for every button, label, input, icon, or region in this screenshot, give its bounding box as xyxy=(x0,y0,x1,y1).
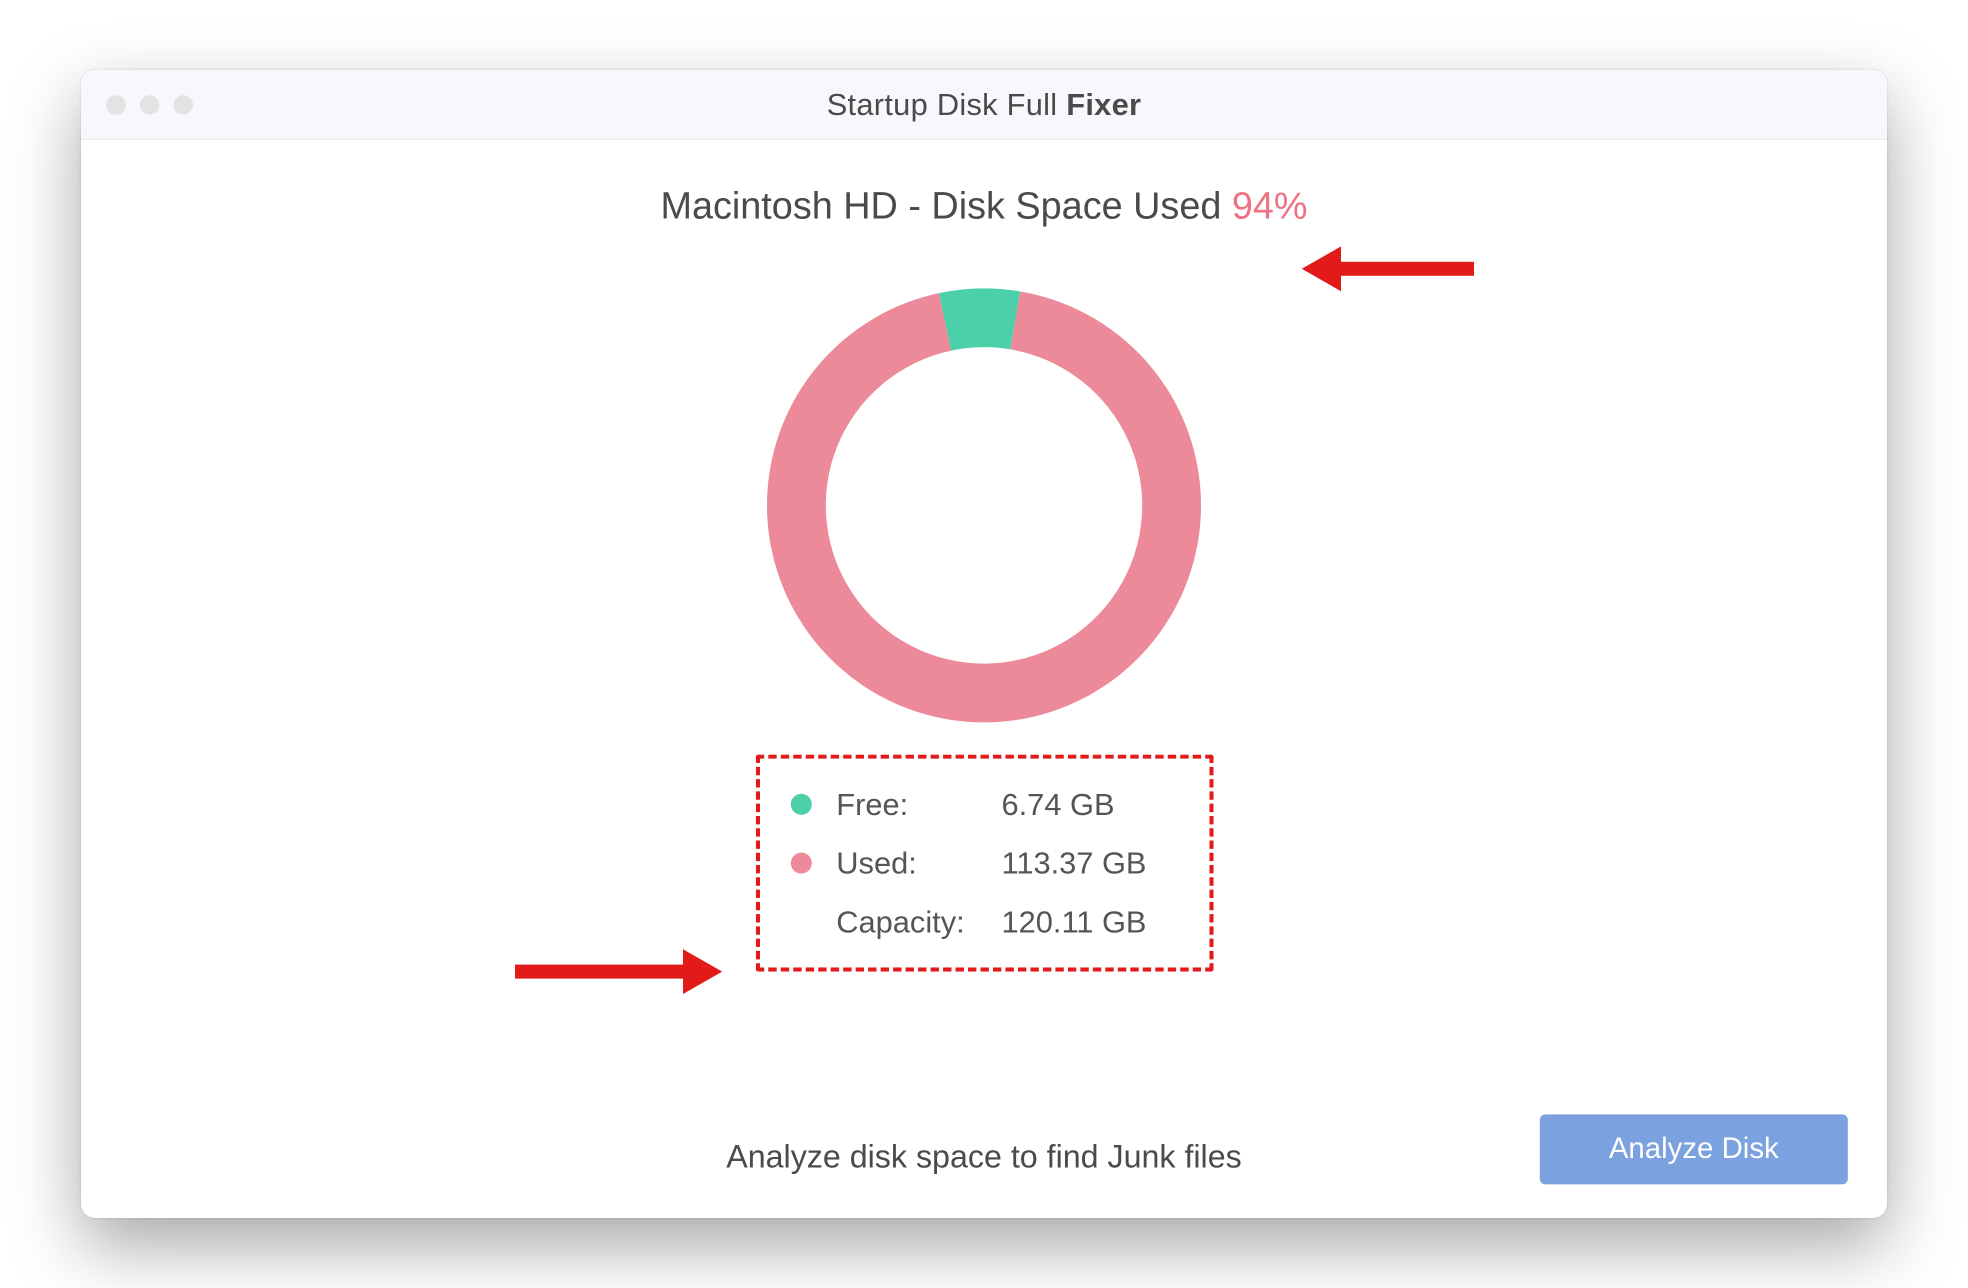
titlebar: Startup Disk Full Fixer xyxy=(81,70,1887,140)
minimize-window-icon[interactable] xyxy=(140,95,160,115)
legend-row-capacity: Capacity: 120.11 GB xyxy=(790,893,1169,952)
annotation-arrow-legend xyxy=(515,949,722,994)
free-swatch-icon xyxy=(790,794,811,815)
capacity-swatch-placeholder xyxy=(790,911,811,932)
used-swatch-icon xyxy=(790,853,811,874)
headline-text: Macintosh HD - Disk Space Used xyxy=(660,185,1231,227)
analyze-disk-button[interactable]: Analyze Disk xyxy=(1540,1114,1848,1184)
legend-row-used: Used: 113.37 GB xyxy=(790,834,1169,893)
close-window-icon[interactable] xyxy=(106,95,126,115)
capacity-label: Capacity: xyxy=(836,893,976,952)
free-label: Free: xyxy=(836,776,976,835)
legend-row-free: Free: 6.74 GB xyxy=(790,776,1169,835)
analyze-prompt: Analyze disk space to find Junk files xyxy=(726,1138,1241,1176)
window-title-bold: Fixer xyxy=(1066,86,1141,121)
zoom-window-icon[interactable] xyxy=(173,95,193,115)
window-controls xyxy=(106,95,193,115)
used-value: 113.37 GB xyxy=(1002,834,1170,893)
window-title-light: Startup Disk Full xyxy=(827,86,1067,121)
disk-usage-donut-chart xyxy=(760,281,1208,729)
capacity-value: 120.11 GB xyxy=(1002,893,1170,952)
used-label: Used: xyxy=(836,834,976,893)
content-area: Macintosh HD - Disk Space Used 94% Free:… xyxy=(81,140,1887,1218)
legend-box: Free: 6.74 GB Used: 113.37 GB Capacity: … xyxy=(755,755,1213,973)
headline-percent: 94% xyxy=(1232,185,1308,227)
annotation-arrow-percent xyxy=(1302,246,1474,291)
free-value: 6.74 GB xyxy=(1002,776,1170,835)
window-title: Startup Disk Full Fixer xyxy=(827,86,1142,122)
app-window: Startup Disk Full Fixer Macintosh HD - D… xyxy=(81,70,1887,1218)
disk-usage-headline: Macintosh HD - Disk Space Used 94% xyxy=(660,185,1307,228)
